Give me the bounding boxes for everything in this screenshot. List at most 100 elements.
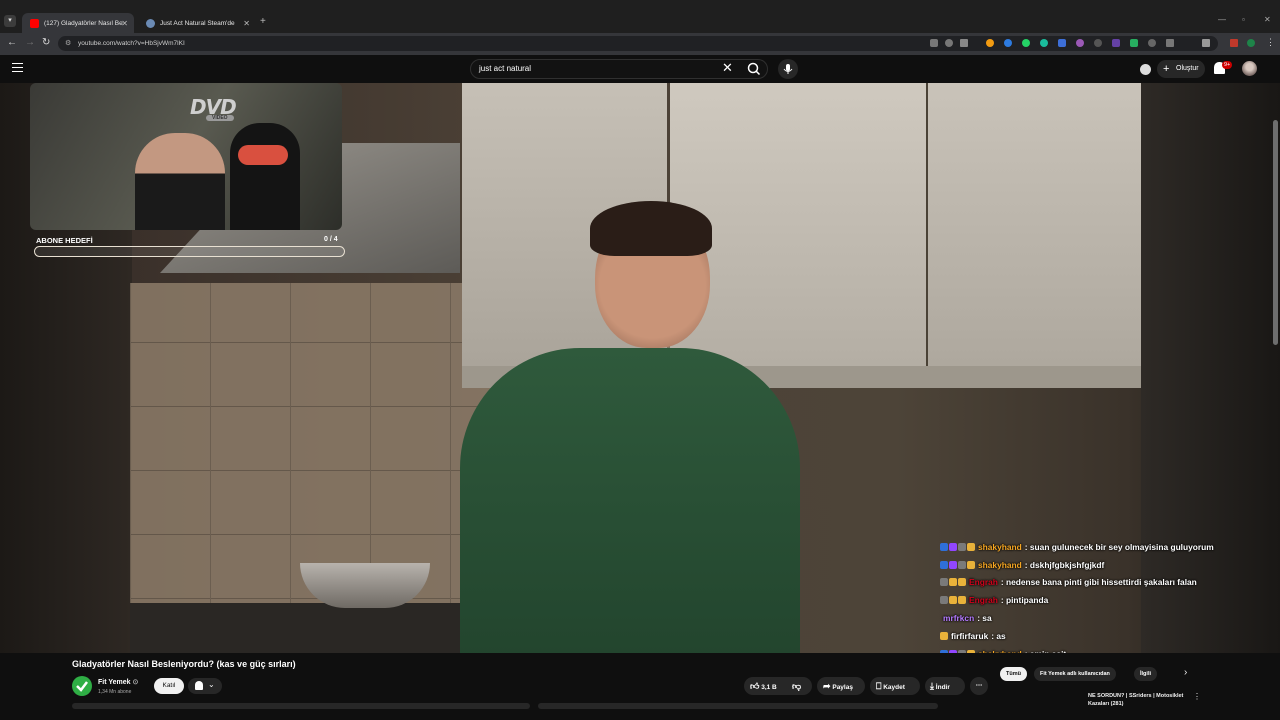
subscribe-notifications-button[interactable]: ⌄ [188, 678, 222, 694]
chip-all[interactable]: Tümü [1000, 667, 1027, 681]
recommendations-bar [538, 703, 938, 709]
chat-badges [940, 542, 975, 551]
chat-badge-icon [940, 596, 948, 605]
search-query: just act natural [479, 64, 532, 73]
recommended-video-menu-icon[interactable]: ⋮ [1193, 692, 1201, 701]
chat-username: Engrah [969, 595, 998, 606]
chat-text: : amin asit [1025, 649, 1066, 653]
browser-tab-strip: ▾ (127) Gladyatörler Nasıl Be ✕ Just Act… [0, 0, 1280, 33]
eye-off-icon[interactable] [945, 39, 953, 47]
download-button[interactable]: ⤓ İndir [925, 677, 965, 695]
voice-search-button[interactable] [778, 59, 798, 79]
steam-favicon-icon [146, 18, 155, 28]
extension-blue-icon[interactable] [1004, 39, 1012, 47]
back-arrow-icon[interactable]: ← [7, 37, 17, 48]
chat-badge-icon [949, 560, 957, 569]
maximize-button[interactable]: ▫ [1242, 15, 1245, 24]
tab-steam[interactable]: Just Act Natural Steam'de ✕ [138, 13, 256, 33]
extension-orange-icon[interactable] [986, 39, 994, 47]
share-label: Paylaş [832, 684, 853, 691]
chips-next-icon[interactable]: › [1184, 667, 1187, 678]
like-dislike-group: 👍︎ 3,1 B 👎︎ [744, 677, 812, 695]
profile-icon[interactable] [1247, 39, 1255, 47]
channel-name[interactable]: Fit Yemek ⊙ [98, 678, 138, 686]
new-tab-button[interactable]: + [260, 16, 266, 27]
save-button[interactable]: ⎕ Kaydet [870, 677, 920, 695]
video-player[interactable]: DVD VIDEO ABONE HEDEFİ 0 / 4 shakyhand: … [0, 83, 1280, 653]
like-button[interactable]: 👍︎ 3,1 B [750, 677, 788, 695]
chat-badges [940, 560, 975, 569]
subscriber-goal-count: 0 / 4 [324, 236, 338, 243]
more-actions-button[interactable]: ⋯ [970, 677, 988, 695]
chat-badges [940, 578, 966, 587]
chat-message: mrfrkcn: sa [940, 609, 1270, 627]
video-person-hair [590, 201, 712, 256]
chat-badge-icon [940, 542, 948, 551]
chat-badges [940, 631, 948, 640]
account-avatar[interactable] [1242, 61, 1257, 76]
chat-message: Engrah: nedense bana pinti gibi hissetti… [940, 574, 1270, 592]
chat-badge-icon [958, 542, 966, 551]
chip-from-channel[interactable]: Fit Yemek adlı kullanıcıdan [1034, 667, 1116, 681]
dislike-button[interactable]: 👎︎ [792, 677, 810, 695]
site-info-icon[interactable]: ⚙ [65, 36, 71, 51]
chat-message: firfirfaruk: as [940, 627, 1270, 645]
chat-text: : suan gulunecek bir sey olmayisina gulu… [1024, 541, 1214, 552]
chat-username: shakyhand [978, 541, 1022, 552]
extension-whatsapp-icon[interactable] [1022, 39, 1030, 47]
dvd-logo-sub: VIDEO [206, 115, 234, 121]
reload-icon[interactable]: ↻ [42, 37, 50, 48]
chat-badge-icon [949, 578, 957, 587]
chat-message: shakyhand: suan gulunecek bir sey olmayi… [940, 538, 1270, 556]
microphone-icon [783, 64, 793, 74]
chat-badge-icon [958, 578, 966, 587]
notification-count-badge: 9+ [1222, 61, 1233, 69]
chat-badges [940, 649, 975, 653]
hamburger-menu-icon[interactable] [12, 63, 23, 72]
subscriber-goal-bar [34, 246, 345, 257]
tab-close-icon[interactable]: ✕ [121, 19, 128, 28]
create-button[interactable]: + Oluştur [1157, 60, 1205, 78]
browser-menu-icon[interactable]: ⋮ [1266, 37, 1275, 48]
chat-badges [940, 596, 966, 605]
extension-purple-icon[interactable] [1076, 39, 1084, 47]
extension-circle-icon[interactable] [1148, 39, 1156, 47]
tab-search-button[interactable]: ▾ [4, 15, 16, 27]
extensions-menu-icon[interactable] [1202, 39, 1210, 47]
share-button[interactable]: ➦ Paylaş [817, 677, 865, 695]
chat-message: shakyhand: amin asit [940, 645, 1270, 653]
page-scrollbar[interactable] [1273, 120, 1278, 345]
tab-close-icon[interactable]: ✕ [243, 19, 250, 28]
chat-badge-icon [958, 560, 966, 569]
tab-youtube[interactable]: (127) Gladyatörler Nasıl Be ✕ [22, 13, 134, 33]
cast-icon[interactable] [930, 39, 938, 47]
extension-gray-icon[interactable] [1094, 39, 1102, 47]
extension-teal-icon[interactable] [1040, 39, 1048, 47]
chat-badge-icon [949, 542, 957, 551]
chat-badge-icon [967, 649, 975, 653]
search-button[interactable] [742, 59, 766, 79]
extension-translate-icon[interactable] [1230, 39, 1238, 47]
extension-green-icon[interactable] [1130, 39, 1138, 47]
bookmark-star-icon[interactable] [960, 36, 968, 44]
chat-text: : dskhjfgbkjshfgjkdf [1024, 559, 1105, 570]
chat-badge-icon [967, 542, 975, 551]
chat-badge-icon [940, 649, 948, 653]
stream-chat-overlay: shakyhand: suan gulunecek bir sey olmayi… [940, 538, 1270, 653]
chat-badge-icon [967, 560, 975, 569]
channel-avatar[interactable] [72, 676, 92, 696]
extension-shield-icon[interactable] [1058, 39, 1066, 47]
forward-arrow-icon[interactable]: → [25, 37, 35, 48]
minimize-button[interactable]: — [1218, 15, 1226, 24]
join-button[interactable]: Katıl [154, 678, 184, 694]
extension-twitch-icon[interactable] [1112, 39, 1120, 47]
extension-puzzle-icon[interactable] [1166, 39, 1174, 47]
chip-related[interactable]: İlgili [1134, 667, 1157, 681]
streamer-webcam: DVD VIDEO [30, 83, 342, 230]
creator-tools-icon[interactable] [1140, 64, 1151, 75]
youtube-page: DVD VIDEO ABONE HEDEFİ 0 / 4 shakyhand: … [0, 55, 1280, 720]
window-close-button[interactable]: ✕ [1264, 15, 1271, 24]
thumbs-up-icon: 👍︎ [750, 681, 760, 691]
search-icon [747, 62, 761, 76]
clear-search-icon[interactable]: ✕ [722, 60, 733, 76]
